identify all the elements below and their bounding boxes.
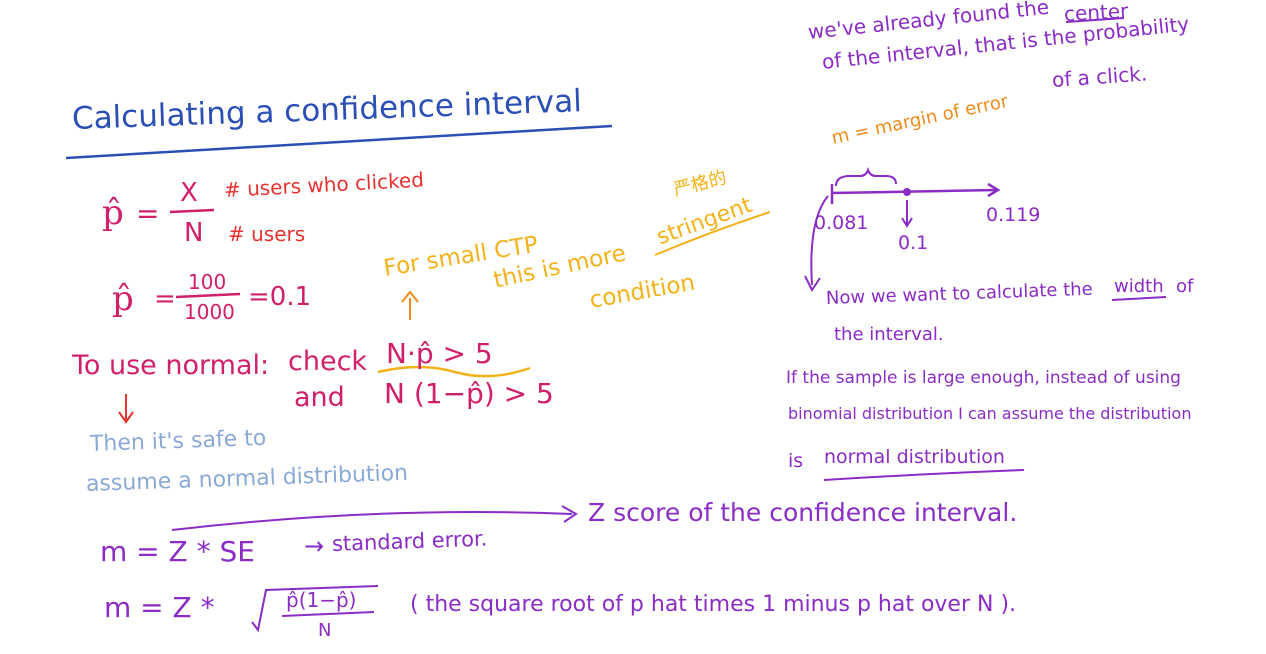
width-note-line-1a: Now we want to calculate the (825, 278, 1094, 309)
margin-of-error-label: m = margin of error (829, 90, 1011, 149)
page-title: Calculating a confidence interval (71, 83, 583, 137)
x-note: # users who clicked (223, 167, 425, 202)
se-arrow: → (304, 532, 325, 560)
sample-note-is: is (788, 450, 804, 472)
phat-value-symbol: p̂ (112, 279, 134, 319)
normal-check-and: and (294, 382, 345, 413)
top-note-line-3: of a click. (1051, 61, 1148, 92)
sample-note-line-1: If the sample is large enough, instead o… (786, 368, 1181, 388)
normal-check-lead: To use normal: (72, 350, 270, 381)
then-line-1: Then it's safe to (89, 425, 267, 457)
sqrt-denominator: N (318, 620, 332, 641)
fraction-numerator: 100 (188, 270, 227, 294)
normal-check-word: check (288, 346, 368, 377)
phat-value-equals: = (154, 284, 176, 314)
interval-left-value: 0.081 (814, 212, 869, 234)
chinese-note: 严格的 (671, 167, 729, 201)
width-note-width: width (1114, 276, 1164, 297)
phat-symbol: p̂ (102, 193, 124, 233)
fraction-x: X (180, 178, 198, 208)
interval-right-value: 0.119 (986, 204, 1041, 226)
small-ctp-line-3: condition (587, 269, 697, 314)
condition-2: N (1−p̂) > 5 (384, 377, 554, 410)
sqrt-numerator: p̂(1−p̂) (286, 588, 357, 612)
margin-formula-se: m = Z * SE (100, 535, 255, 568)
standard-error-note: standard error. (331, 526, 488, 556)
n-note: # users (228, 222, 306, 246)
width-note-of: of (1176, 276, 1194, 297)
interval-center-value: 0.1 (898, 232, 929, 254)
whiteboard-canvas: Calculating a confidence interval p̂ = X… (0, 0, 1266, 654)
fraction-n: N (184, 218, 204, 248)
margin-formula-sqrt: m = Z * (104, 591, 215, 624)
fraction-denominator: 1000 (184, 300, 235, 324)
z-score-note: Z score of the confidence interval. (588, 498, 1018, 527)
condition-1: N·p̂ > 5 (386, 337, 493, 370)
sample-note-normal: normal distribution (824, 446, 1005, 468)
phat-value-result: =0.1 (248, 282, 312, 312)
then-line-2: assume a normal distribution (85, 460, 409, 497)
phat-equals: = (136, 197, 160, 230)
stringent-word: stringent (653, 192, 756, 251)
sqrt-explanation: ( the square root of p hat times 1 minus… (410, 592, 1017, 617)
sample-note-line-2: binomial distribution I can assume the d… (788, 404, 1192, 423)
width-note-line-2: the interval. (834, 324, 944, 345)
